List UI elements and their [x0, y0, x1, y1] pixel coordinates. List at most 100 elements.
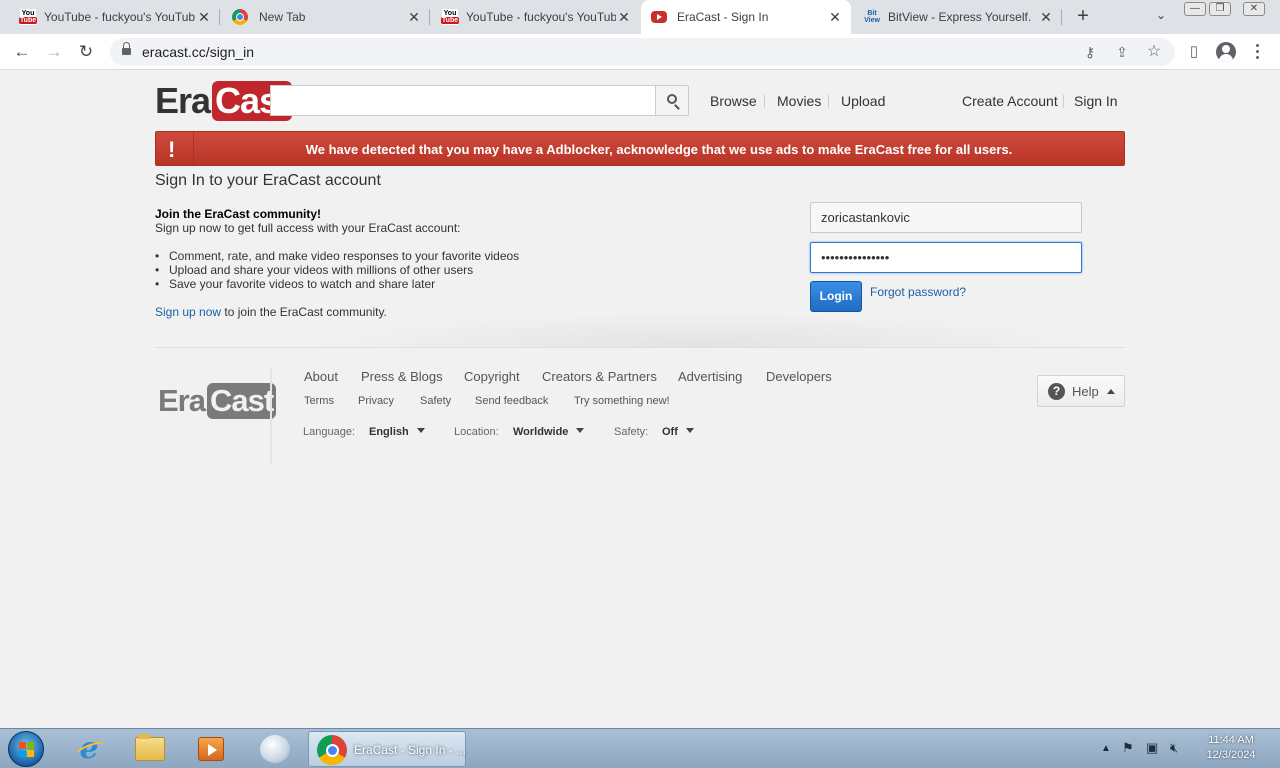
benefits-list: • Comment, rate, and make video responses… [155, 249, 519, 291]
footer-link-copyright[interactable]: Copyright [464, 369, 520, 384]
tab-close-icon[interactable]: ✕ [196, 9, 212, 26]
taskbar-internet-explorer[interactable]: e [66, 731, 112, 767]
browser-tab[interactable]: You Tube YouTube - fuckyou's YouTub ✕ [0, 0, 220, 34]
network-icon[interactable]: ▣ [1146, 740, 1158, 756]
app-bubble-icon [260, 735, 290, 763]
chevron-down-icon[interactable] [576, 428, 584, 433]
tab-close-icon[interactable]: ✕ [827, 9, 843, 26]
browser-tab[interactable]: Bit View BitView - Express Yourself. ✕ [852, 0, 1062, 34]
nav-browse-link[interactable]: Browse [710, 93, 757, 109]
youtube-favicon-icon [651, 11, 667, 23]
nav-separator [828, 95, 829, 108]
taskbar-task-label: EraCast - Sign In - ... [354, 743, 467, 757]
footer-link-about[interactable]: About [304, 369, 338, 384]
nav-movies-link[interactable]: Movies [777, 93, 821, 109]
content-divider [155, 347, 1125, 348]
action-center-flag-icon[interactable]: ⚑ [1122, 740, 1134, 756]
adblock-message: We have detected that you may have a Adb… [305, 142, 1013, 157]
share-icon[interactable]: ⇪ [1111, 41, 1133, 63]
location-selector[interactable]: Worldwide [513, 426, 568, 438]
list-item: • Save your favorite videos to watch and … [155, 277, 436, 291]
tab-title: BitView - Express Yourself. [888, 10, 1032, 24]
url-text[interactable]: eracast.cc/sign_in [142, 44, 254, 60]
tab-close-icon[interactable]: ✕ [406, 9, 422, 26]
footer-link-feedback[interactable]: Send feedback [475, 395, 548, 407]
footer-link-creators[interactable]: Creators & Partners [542, 369, 657, 384]
bookmark-star-icon[interactable]: ☆ [1143, 41, 1165, 63]
eracast-page: Era Cast Browse Movies Upload Create Acco… [0, 71, 1280, 728]
language-selector[interactable]: English [369, 426, 409, 438]
footer-eracast-logo[interactable]: Era Cast [158, 383, 277, 419]
tab-separator [1061, 9, 1062, 25]
chevron-up-icon [1107, 389, 1115, 394]
back-arrow-icon[interactable]: ← [11, 41, 33, 63]
join-subtitle: Sign up now to get full access with your… [155, 221, 461, 235]
sign-in-link[interactable]: Sign In [1074, 93, 1118, 109]
clock-time: 11:44 AM [1208, 734, 1254, 746]
start-button-windows-icon[interactable] [8, 731, 44, 767]
address-bar[interactable]: eracast.cc/sign_in ⚷ ⇪ ☆ [110, 38, 1175, 66]
reload-icon[interactable]: ↻ [75, 41, 97, 63]
taskbar-app[interactable] [252, 731, 298, 767]
forward-arrow-icon[interactable]: → [43, 41, 65, 63]
chrome-icon [317, 735, 347, 765]
key-icon[interactable]: ⚷ [1079, 41, 1101, 63]
forgot-password-link[interactable]: Forgot password? [870, 285, 966, 299]
chevron-down-icon[interactable] [417, 428, 425, 433]
username-field[interactable] [810, 202, 1082, 233]
browser-tab[interactable]: New Tab ✕ [220, 0, 430, 34]
profile-avatar-icon[interactable] [1216, 42, 1236, 62]
logo-era-text: Era [158, 383, 206, 418]
sign-up-now-link[interactable]: Sign up now [155, 305, 221, 319]
nav-separator [764, 95, 765, 108]
footer-link-advertising[interactable]: Advertising [678, 369, 742, 384]
safety-selector[interactable]: Off [662, 426, 678, 438]
create-account-link[interactable]: Create Account [962, 93, 1058, 109]
restore-window-icon[interactable]: ❐ [1209, 2, 1231, 16]
safety-label: Safety: [614, 426, 649, 438]
password-field[interactable] [810, 242, 1082, 273]
chevron-down-icon[interactable] [686, 428, 694, 433]
footer-link-safety[interactable]: Safety [420, 395, 451, 407]
close-window-icon[interactable]: ✕ [1243, 2, 1265, 16]
tray-expand-icon[interactable]: ▲ [1101, 743, 1111, 754]
adblock-warning-banner: ! We have detected that you may have a A… [155, 131, 1125, 166]
taskbar-media-player[interactable] [188, 731, 234, 767]
volume-muted-icon[interactable]: 🔇︎ [1170, 740, 1178, 756]
tab-title: New Tab [259, 10, 306, 24]
bitview-favicon-icon: Bit View [864, 10, 880, 24]
footer-link-try-new[interactable]: Try something new! [574, 395, 670, 407]
taskbar-chrome-task[interactable]: EraCast - Sign In - ... [308, 731, 466, 767]
tab-close-icon[interactable]: ✕ [616, 9, 632, 26]
tab-search-chevron-icon[interactable]: ⌄ [1152, 8, 1170, 26]
site-search-input[interactable] [270, 85, 655, 116]
lock-icon [122, 42, 131, 56]
tab-close-icon[interactable]: ✕ [1038, 9, 1054, 26]
internet-explorer-icon: e [74, 734, 104, 764]
folder-icon [135, 734, 165, 761]
login-button[interactable]: Login [810, 281, 862, 312]
clock-date: 12/3/2024 [1206, 749, 1256, 761]
taskbar-clock[interactable]: 11:44 AM 12/3/2024 [1196, 733, 1266, 763]
footer-link-privacy[interactable]: Privacy [358, 395, 394, 407]
language-label: Language: [303, 426, 355, 438]
help-button[interactable]: ? Help [1037, 375, 1125, 407]
search-button[interactable] [655, 85, 689, 116]
new-tab-plus-icon[interactable]: + [1073, 6, 1093, 27]
page-title: Sign In to your EraCast account [155, 172, 381, 189]
footer-link-press[interactable]: Press & Blogs [361, 369, 443, 384]
windows-taskbar: e EraCast - Sign In - ... ▲ ⚑ ▣ 🔇︎ 11:44… [0, 728, 1280, 768]
browser-tab-active[interactable]: EraCast - Sign In ✕ [641, 0, 851, 34]
nav-upload-link[interactable]: Upload [841, 93, 885, 109]
browser-tab[interactable]: You Tube YouTube - fuckyou's YouTub ✕ [430, 0, 640, 34]
tab-title: YouTube - fuckyou's YouTub [466, 10, 616, 24]
footer-link-terms[interactable]: Terms [304, 395, 334, 407]
side-panel-icon[interactable]: ▯ [1183, 41, 1205, 63]
minimize-window-icon[interactable]: — [1184, 2, 1206, 16]
location-label: Location: [454, 426, 499, 438]
footer-link-developers[interactable]: Developers [766, 369, 832, 384]
nav-separator [1063, 95, 1064, 108]
browser-menu-icon[interactable] [1256, 44, 1260, 60]
taskbar-file-explorer[interactable] [127, 731, 173, 767]
browser-toolbar: ← → ↻ eracast.cc/sign_in ⚷ ⇪ ☆ ▯ [0, 34, 1280, 70]
